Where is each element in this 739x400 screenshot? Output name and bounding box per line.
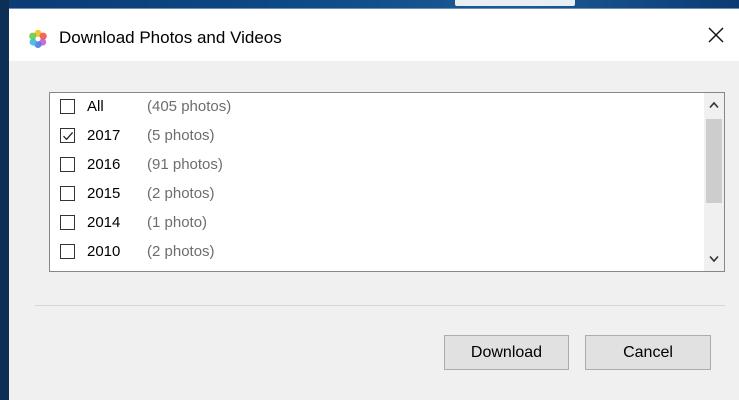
year-list[interactable]: All (405 photos) 2017 (5 photos) 2016 (9… [49, 92, 725, 272]
chevron-up-icon [709, 101, 719, 109]
scroll-down-button[interactable] [704, 249, 724, 269]
item-photo-count: (2 photos) [147, 185, 215, 202]
item-photo-count: (2 photos) [147, 243, 215, 260]
item-photo-count: (91 photos) [147, 156, 223, 173]
item-label: All [87, 98, 104, 115]
checkbox-2010[interactable] [60, 244, 75, 259]
checkbox-2015[interactable] [60, 186, 75, 201]
list-item-2015[interactable]: 2015 (2 photos) [50, 181, 690, 209]
download-dialog: Download Photos and Videos All (405 phot… [9, 8, 739, 400]
vertical-scrollbar[interactable] [704, 93, 724, 271]
list-item-all[interactable]: All (405 photos) [50, 94, 690, 122]
item-label: 2015 [87, 185, 121, 202]
checkbox-2014[interactable] [60, 215, 75, 230]
item-label: 2017 [87, 127, 121, 144]
footer-separator [35, 305, 725, 306]
checkbox-2017[interactable] [60, 128, 75, 143]
title-bar: Download Photos and Videos [9, 9, 739, 61]
item-label: 2016 [87, 156, 121, 173]
window-title: Download Photos and Videos [59, 28, 282, 47]
close-button[interactable] [693, 9, 739, 61]
item-photo-count: (405 photos) [147, 98, 232, 115]
desktop-background-left [0, 0, 9, 400]
chevron-down-icon [709, 255, 719, 263]
photos-app-icon [28, 29, 48, 49]
item-photo-count: (1 photo) [147, 214, 208, 231]
scrollbar-thumb[interactable] [706, 119, 722, 203]
cancel-button[interactable]: Cancel [585, 335, 711, 370]
download-button[interactable]: Download [444, 335, 569, 370]
item-photo-count: (5 photos) [147, 127, 215, 144]
background-window-edge [455, 0, 575, 6]
list-item-2016[interactable]: 2016 (91 photos) [50, 152, 690, 180]
scroll-up-button[interactable] [704, 95, 724, 115]
list-item-2017[interactable]: 2017 (5 photos) [50, 123, 690, 151]
item-label: 2010 [87, 243, 121, 260]
list-item-2014[interactable]: 2014 (1 photo) [50, 210, 690, 238]
close-icon [708, 27, 724, 43]
list-item-2010[interactable]: 2010 (2 photos) [50, 239, 690, 267]
checkbox-all[interactable] [60, 99, 75, 114]
checkbox-2016[interactable] [60, 157, 75, 172]
item-label: 2014 [87, 214, 121, 231]
checkmark-icon [63, 131, 74, 141]
year-list-items: All (405 photos) 2017 (5 photos) 2016 (9… [50, 93, 704, 271]
